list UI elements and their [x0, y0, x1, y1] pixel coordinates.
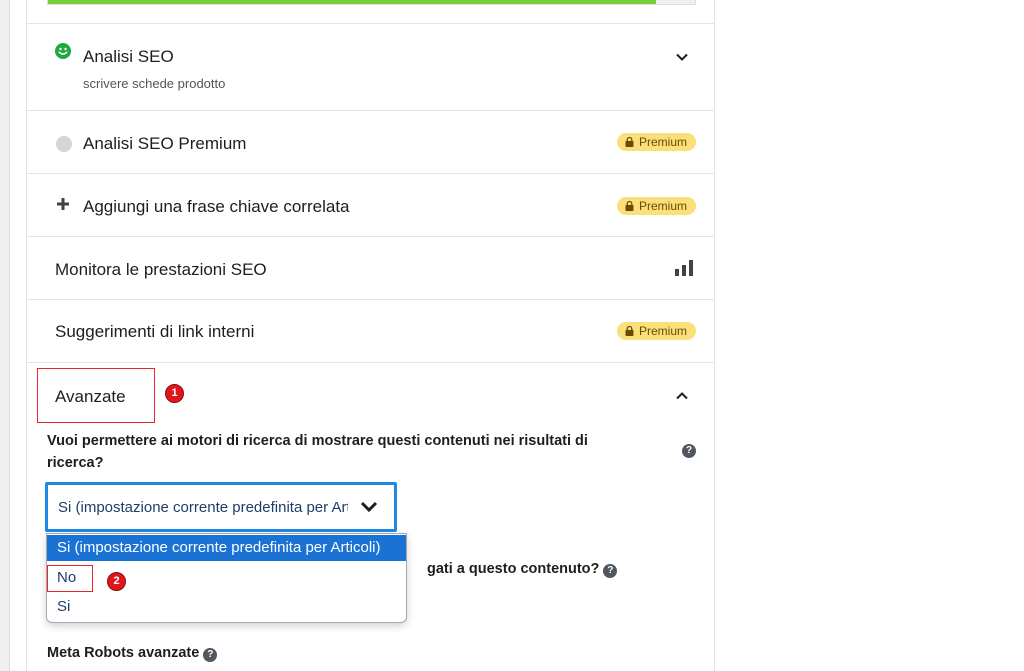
search-visibility-question: Vuoi permettere ai motori di ricerca di … — [47, 433, 588, 471]
option-no[interactable]: No — [47, 565, 406, 591]
lock-icon — [625, 326, 634, 336]
section-seo-analysis[interactable]: Analisi SEO scrivere schede prodotto — [27, 24, 714, 110]
section-monitor-seo[interactable]: Monitora le prestazioni SEO — [27, 237, 714, 299]
premium-badge: Premium — [616, 197, 696, 215]
status-dot-icon — [56, 136, 72, 152]
step-badge-2: 2 — [107, 572, 126, 591]
section-title: Suggerimenti di link interni — [55, 322, 255, 341]
premium-badge-label: Premium — [638, 324, 687, 338]
focus-keyphrase: scrivere schede prodotto — [83, 76, 226, 91]
premium-badge-label: Premium — [638, 199, 687, 213]
highlight-advanced — [37, 368, 155, 423]
premium-badge-label: Premium — [638, 135, 687, 149]
follow-links-question: gati a questo contenuto? ? — [427, 561, 618, 578]
section-title: Analisi SEO — [83, 47, 174, 66]
option-default-yes[interactable]: Si (impostazione corrente predefinita pe… — [47, 535, 406, 561]
bar-chart-icon — [675, 260, 693, 276]
select-dropdown-list: Si (impostazione corrente predefinita pe… — [46, 533, 407, 623]
seo-progress-fill — [48, 0, 657, 4]
search-visibility-select[interactable]: Si (impostazione corrente predefinita pe… — [45, 482, 397, 532]
premium-badge: Premium — [616, 133, 696, 151]
section-title: Monitora le prestazioni SEO — [55, 260, 267, 279]
lock-icon — [625, 201, 634, 211]
chevron-down-icon — [676, 53, 688, 61]
plus-icon — [57, 198, 69, 210]
chevron-down-icon — [360, 501, 378, 513]
help-icon[interactable]: ? — [682, 444, 696, 458]
lock-icon — [625, 137, 634, 147]
section-title: Aggiungi una frase chiave correlata — [83, 197, 350, 216]
section-seo-premium[interactable]: Analisi SEO Premium Premium — [27, 111, 714, 173]
help-icon[interactable]: ? — [203, 648, 218, 662]
seo-progress-bar — [47, 0, 696, 5]
section-related-keyphrase[interactable]: Aggiungi una frase chiave correlata Prem… — [27, 174, 714, 236]
section-internal-links[interactable]: Suggerimenti di link interni Premium — [27, 300, 714, 362]
page: Analisi SEO scrivere schede prodotto Ana… — [0, 0, 1024, 671]
meta-robots-label: Meta Robots avanzate ? — [47, 645, 218, 662]
select-value: Si (impostazione corrente predefinita pe… — [58, 499, 348, 516]
chevron-up-icon — [676, 392, 688, 400]
option-yes[interactable]: Si — [47, 594, 406, 620]
admin-left-strip — [0, 0, 10, 671]
section-title: Analisi SEO Premium — [83, 134, 247, 153]
highlight-option-no — [47, 565, 93, 592]
step-badge-1: 1 — [165, 384, 184, 403]
meta-robots-label-text: Meta Robots avanzate — [47, 645, 200, 661]
help-icon[interactable]: ? — [603, 564, 618, 578]
follow-links-question-text: gati a questo contenuto? — [427, 561, 600, 577]
premium-badge: Premium — [616, 322, 696, 340]
smiley-icon — [55, 43, 71, 59]
